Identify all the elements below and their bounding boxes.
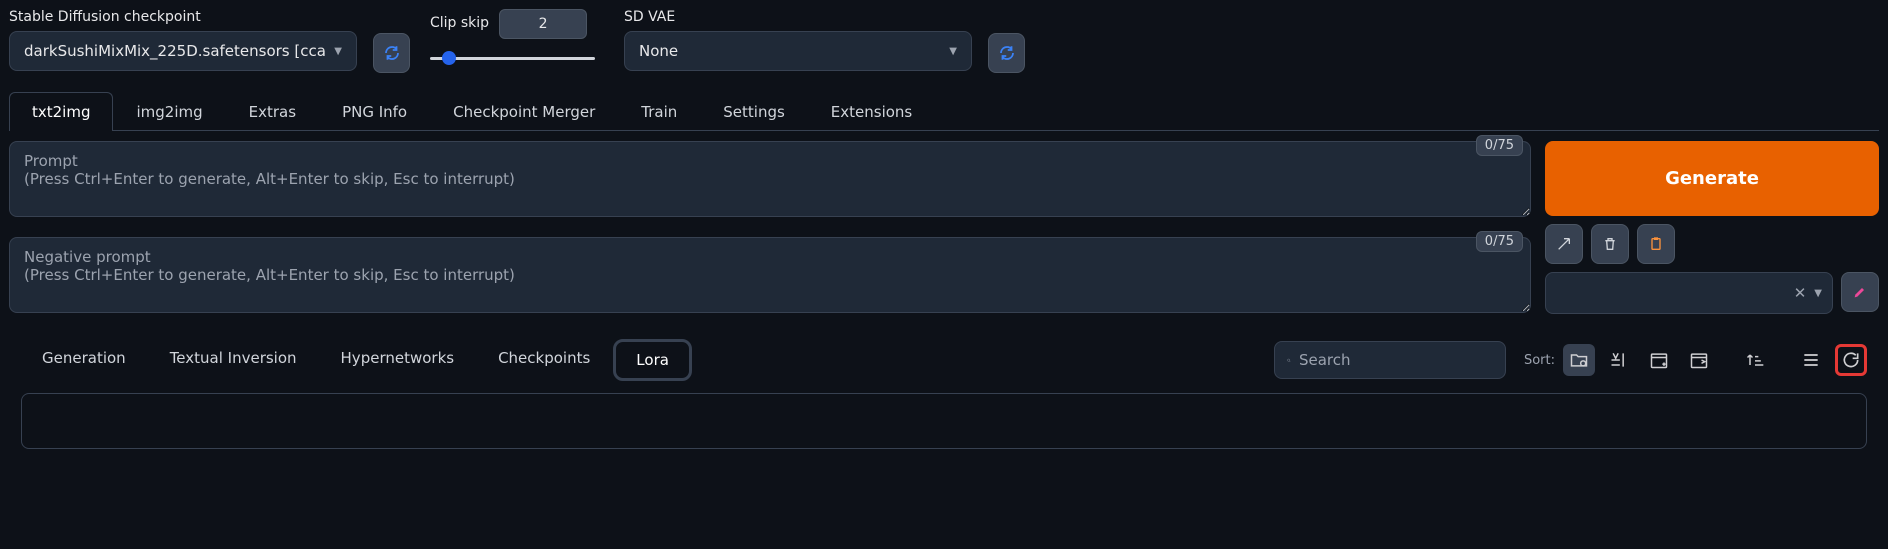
- extra-networks-tabs: GenerationTextual InversionHypernetworks…: [21, 339, 692, 381]
- clipskip-input[interactable]: [499, 9, 587, 39]
- sort-asc-icon: [1745, 350, 1765, 370]
- sort-date-modified-button[interactable]: [1683, 344, 1715, 376]
- tab-img2img[interactable]: img2img: [113, 92, 225, 131]
- clipskip-slider[interactable]: [430, 51, 595, 65]
- folder-search-icon: [1569, 350, 1589, 370]
- subtab-hypernetworks[interactable]: Hypernetworks: [320, 339, 476, 381]
- checkpoint-value: darkSushiMixMix_225D.safetensors [cca17b…: [24, 42, 326, 60]
- neg-prompt-textarea[interactable]: [9, 237, 1531, 313]
- generate-button[interactable]: Generate: [1545, 141, 1879, 216]
- clear-button[interactable]: [1591, 224, 1629, 264]
- edit-styles-button[interactable]: [1841, 272, 1879, 312]
- sort-name-button[interactable]: [1603, 344, 1635, 376]
- prompt-textarea[interactable]: [9, 141, 1531, 217]
- sort-path-button[interactable]: [1563, 344, 1595, 376]
- list-tree-icon: [1801, 350, 1821, 370]
- sort-date-created-button[interactable]: [1643, 344, 1675, 376]
- extra-networks-search[interactable]: [1274, 341, 1506, 379]
- tab-txt2img[interactable]: txt2img: [9, 92, 113, 131]
- subtab-lora[interactable]: Lora: [613, 339, 692, 381]
- trash-icon: [1602, 236, 1618, 252]
- tab-train[interactable]: Train: [618, 92, 700, 131]
- search-input[interactable]: [1299, 351, 1493, 369]
- clipskip-label: Clip skip: [430, 15, 489, 31]
- vae-label: SD VAE: [624, 9, 972, 25]
- text-sort-icon: [1609, 350, 1629, 370]
- clipboard-icon: [1648, 236, 1664, 252]
- tab-extensions[interactable]: Extensions: [808, 92, 935, 131]
- extra-networks-panel: [21, 393, 1867, 449]
- tab-extras[interactable]: Extras: [226, 92, 319, 131]
- calendar-plus-icon: [1649, 350, 1669, 370]
- refresh-vae-button[interactable]: [988, 33, 1025, 73]
- neg-prompt-counter: 0/75: [1476, 231, 1523, 252]
- calendar-arrow-icon: [1689, 350, 1709, 370]
- subtab-checkpoints[interactable]: Checkpoints: [477, 339, 611, 381]
- vae-dropdown[interactable]: None ▼: [624, 31, 972, 71]
- checkpoint-dropdown[interactable]: darkSushiMixMix_225D.safetensors [cca17b…: [9, 31, 357, 71]
- prompt-counter: 0/75: [1476, 135, 1523, 156]
- refresh-networks-button[interactable]: [1835, 344, 1867, 376]
- vae-value: None: [639, 42, 678, 60]
- arrow-icon: [1556, 236, 1572, 252]
- tab-checkpoint-merger[interactable]: Checkpoint Merger: [430, 92, 618, 131]
- styles-dropdown[interactable]: ✕ ▼: [1545, 272, 1833, 314]
- subtab-textual-inversion[interactable]: Textual Inversion: [149, 339, 318, 381]
- subtab-generation[interactable]: Generation: [21, 339, 147, 381]
- refresh-icon: [1841, 350, 1861, 370]
- refresh-icon: [998, 44, 1016, 62]
- paste-button[interactable]: [1637, 224, 1675, 264]
- sort-direction-button[interactable]: [1739, 344, 1771, 376]
- tab-settings[interactable]: Settings: [700, 92, 808, 131]
- interrogate-button[interactable]: [1545, 224, 1583, 264]
- refresh-icon: [383, 44, 401, 62]
- checkpoint-label: Stable Diffusion checkpoint: [9, 9, 357, 25]
- clear-styles-icon[interactable]: ✕: [1794, 284, 1807, 302]
- main-tabs: txt2imgimg2imgExtrasPNG InfoCheckpoint M…: [9, 91, 1879, 131]
- chevron-down-icon: ▼: [1814, 288, 1822, 299]
- tab-png-info[interactable]: PNG Info: [319, 92, 430, 131]
- sort-label: Sort:: [1524, 353, 1555, 368]
- chevron-down-icon: ▼: [949, 46, 957, 57]
- brush-icon: [1852, 284, 1868, 300]
- chevron-down-icon: ▼: [334, 46, 342, 57]
- search-icon: [1287, 353, 1291, 368]
- refresh-checkpoint-button[interactable]: [373, 33, 410, 73]
- tree-view-button[interactable]: [1795, 344, 1827, 376]
